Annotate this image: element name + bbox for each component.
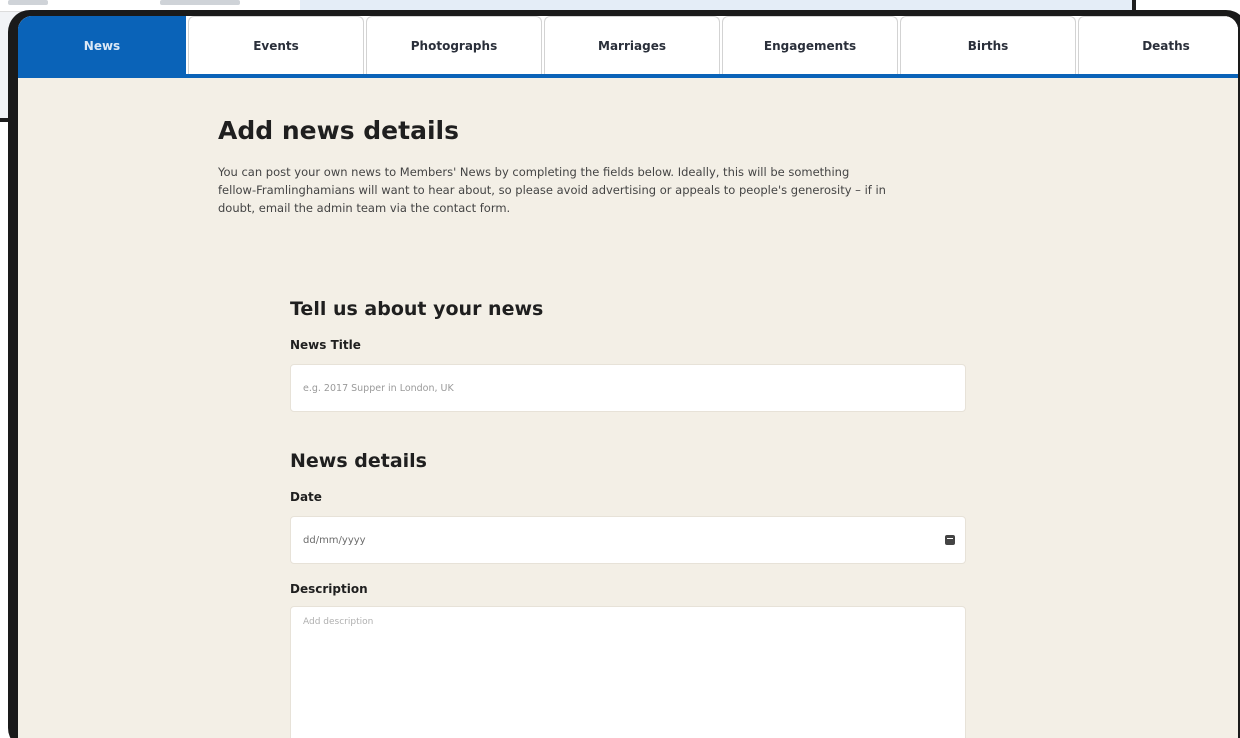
tab-events[interactable]: Events: [188, 16, 364, 74]
news-title-input[interactable]: e.g. 2017 Supper in London, UK: [290, 364, 966, 412]
background-blur-text: [8, 0, 48, 5]
section-title-details: News details: [290, 450, 427, 472]
section-title-news: Tell us about your news: [290, 298, 544, 320]
date-input[interactable]: dd/mm/yyyy: [290, 516, 966, 564]
category-tab-bar: News Events Photographs Marriages Engage…: [18, 16, 1238, 78]
description-textarea[interactable]: Add description: [290, 606, 966, 738]
tab-births[interactable]: Births: [900, 16, 1076, 74]
tab-deaths[interactable]: Deaths: [1078, 16, 1238, 74]
date-label: Date: [290, 490, 322, 504]
page-intro: Add news details You can post your own n…: [218, 116, 898, 217]
screen: News Events Photographs Marriages Engage…: [18, 16, 1238, 738]
date-placeholder: dd/mm/yyyy: [303, 534, 366, 546]
news-title-label: News Title: [290, 338, 361, 352]
intro-text: You can post your own news to Members' N…: [218, 165, 886, 215]
calendar-icon[interactable]: [945, 535, 955, 545]
tab-engagements[interactable]: Engagements: [722, 16, 898, 74]
tab-marriages[interactable]: Marriages: [544, 16, 720, 74]
device-frame: News Events Photographs Marriages Engage…: [8, 10, 1240, 738]
description-label: Description: [290, 582, 368, 596]
description-placeholder: Add description: [303, 617, 374, 627]
tab-news[interactable]: News: [18, 16, 186, 74]
tab-photographs[interactable]: Photographs: [366, 16, 542, 74]
add-news-form: Tell us about your news News Title e.g. …: [290, 298, 966, 738]
page-title: Add news details: [218, 116, 459, 145]
background-blur-text: [160, 0, 240, 5]
news-title-placeholder: e.g. 2017 Supper in London, UK: [303, 382, 454, 394]
